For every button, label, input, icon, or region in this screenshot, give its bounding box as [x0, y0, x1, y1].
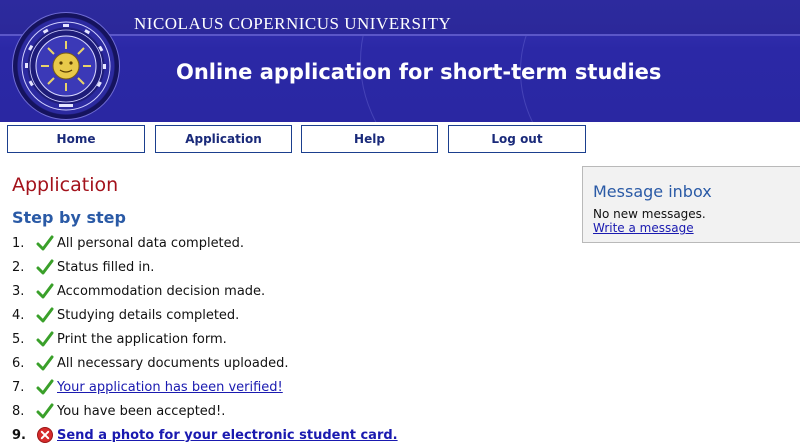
step-number: 8. — [12, 404, 25, 419]
step-number: 4. — [12, 308, 25, 323]
step-text: Accommodation decision made. — [57, 284, 266, 299]
page-title: Application — [12, 174, 119, 196]
step-text: Print the application form. — [57, 332, 227, 347]
message-inbox-panel: Message inbox No new messages. Write a m… — [582, 166, 800, 243]
checkmark-icon — [36, 379, 54, 395]
send-photo-link[interactable]: Send a photo for your electronic student… — [57, 428, 398, 443]
checkmark-icon — [36, 283, 54, 299]
site-title: Online application for short-term studie… — [176, 60, 662, 84]
nav-help-button[interactable]: Help — [301, 125, 438, 153]
step-text: All personal data completed. — [57, 236, 245, 251]
steps-heading: Step by step — [12, 208, 126, 227]
step-text: You have been accepted!. — [57, 404, 226, 419]
nav-application-button[interactable]: Application — [155, 125, 292, 153]
step-text: All necessary documents uploaded. — [57, 356, 289, 371]
checkmark-icon — [36, 331, 54, 347]
checkmark-icon — [36, 355, 54, 371]
step-text: Studying details completed. — [57, 308, 240, 323]
step-number: 7. — [12, 380, 25, 395]
step-text: Status filled in. — [57, 260, 155, 275]
write-message-link[interactable]: Write a message — [593, 221, 694, 235]
step-number: 9. — [12, 428, 26, 443]
university-name: NICOLAUS COPERNICUS UNIVERSITY — [134, 14, 452, 33]
nav-logout-button[interactable]: Log out — [448, 125, 586, 153]
nav-home-button[interactable]: Home — [7, 125, 145, 153]
error-x-icon — [37, 427, 53, 443]
checkmark-icon — [36, 307, 54, 323]
main-navigation: Home Application Help Log out — [0, 124, 800, 154]
step-number: 5. — [12, 332, 25, 347]
university-seal-icon — [12, 12, 120, 120]
application-verified-link[interactable]: Your application has been verified! — [57, 380, 283, 395]
step-number: 1. — [12, 236, 25, 251]
checkmark-icon — [36, 235, 54, 251]
checkmark-icon — [36, 403, 54, 419]
step-number: 3. — [12, 284, 25, 299]
inbox-status: No new messages. — [593, 207, 706, 221]
step-number: 6. — [12, 356, 25, 371]
checkmark-icon — [36, 259, 54, 275]
step-number: 2. — [12, 260, 25, 275]
inbox-title: Message inbox — [593, 182, 712, 201]
site-header: NICOLAUS COPERNICUS UNIVERSITY Online ap… — [0, 0, 800, 122]
